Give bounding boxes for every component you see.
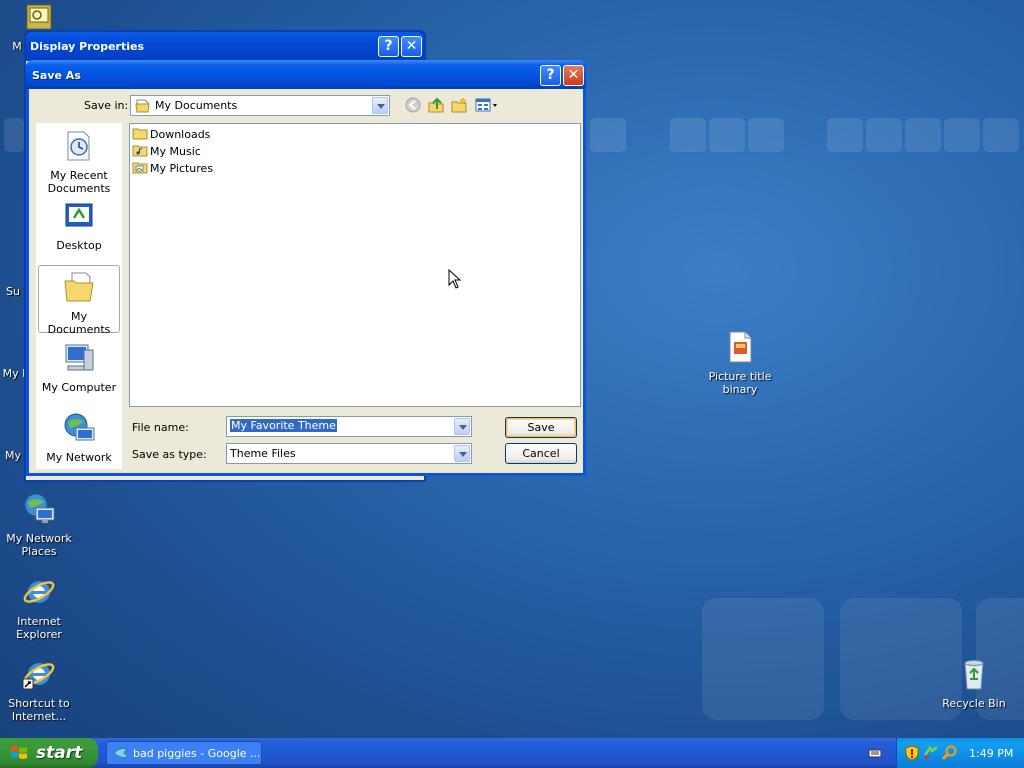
back-icon[interactable] xyxy=(405,97,421,113)
up-one-level-icon[interactable] xyxy=(428,97,444,113)
desktop-icon-label: Recycle Bin xyxy=(942,697,1006,710)
taskbar-item-browser[interactable]: bad piggies - Google ... xyxy=(106,741,262,765)
save-button[interactable]: Save xyxy=(505,417,577,438)
save-in-dropdown[interactable]: My Documents xyxy=(130,95,390,116)
desktop-icon-label: My Network Places xyxy=(6,532,72,558)
view-menu-icon[interactable] xyxy=(475,97,499,113)
windows-logo-icon xyxy=(11,746,27,759)
file-name-label: File name: xyxy=(132,421,189,434)
chevron-down-icon[interactable] xyxy=(454,445,470,462)
file-name-input[interactable]: My Favorite Theme xyxy=(226,416,472,437)
my-documents-small-icon xyxy=(135,99,150,113)
theme-icon xyxy=(26,4,52,30)
save-as-type-label: Save as type: xyxy=(132,448,207,461)
desktop-icon-label: Picture title binary xyxy=(708,370,772,396)
cancel-button[interactable]: Cancel xyxy=(505,443,577,464)
place-label: My Computer xyxy=(41,381,117,394)
desktop-icon-label: Shortcut to Internet... xyxy=(8,697,70,723)
internet-explorer-icon xyxy=(23,581,55,603)
start-button[interactable]: start xyxy=(0,738,98,768)
partial-desktop-icon[interactable] xyxy=(26,4,52,30)
bird-icon xyxy=(113,748,129,758)
network-tray-icon[interactable] xyxy=(923,745,939,761)
file-name: My Music xyxy=(150,145,201,158)
place-label: Desktop xyxy=(56,239,102,252)
places-bar: My Recent Documents Desktop My Documents xyxy=(36,123,122,469)
save-in-label: Save in: xyxy=(84,99,129,112)
display-properties-title-bar[interactable]: Display Properties xyxy=(26,32,424,61)
desktop-icon-label: Internet Explorer xyxy=(16,615,62,641)
folder-icon xyxy=(132,128,148,140)
close-button[interactable]: ✕ xyxy=(401,36,422,57)
new-folder-icon[interactable] xyxy=(451,97,467,113)
place-label: My Network xyxy=(46,451,112,464)
search-icon[interactable] xyxy=(942,745,958,761)
pictures-folder-icon xyxy=(132,162,148,174)
binary-file-icon xyxy=(729,331,752,363)
my-documents-icon xyxy=(64,272,94,302)
place-label: My Documents xyxy=(47,310,111,336)
help-button[interactable]: ? xyxy=(378,36,399,57)
save-as-dialog[interactable]: Save As ? ✕ Save in: My Documents My Rec… xyxy=(26,60,586,476)
place-my-recent-documents[interactable]: My Recent Documents xyxy=(38,125,120,195)
dialog-title: Save As xyxy=(32,69,81,82)
network-places-icon xyxy=(24,493,55,523)
save-in-value: My Documents xyxy=(155,99,238,112)
save-as-type-value: Theme Files xyxy=(230,447,296,460)
internet-explorer-shortcut-icon xyxy=(22,663,55,690)
mouse-cursor-icon xyxy=(448,269,462,289)
list-item[interactable]: My Music xyxy=(132,144,201,160)
place-my-computer[interactable]: My Computer xyxy=(38,337,120,403)
desktop-icon-internet-explorer[interactable]: Internet Explorer xyxy=(0,575,78,641)
start-label: start xyxy=(36,743,83,763)
place-label: My Recent Documents xyxy=(47,169,111,195)
save-as-title-bar[interactable]: Save As xyxy=(26,60,586,89)
file-list[interactable]: Downloads My Music My Pictures xyxy=(129,123,581,407)
desktop-icon-my-network-places[interactable]: My Network Places xyxy=(0,492,78,558)
file-name-value[interactable]: My Favorite Theme xyxy=(230,419,337,432)
keyboard-icon[interactable] xyxy=(868,747,882,759)
help-button[interactable]: ? xyxy=(540,65,561,86)
chevron-down-icon[interactable] xyxy=(454,418,470,435)
taskbar-item-label: bad piggies - Google ... xyxy=(133,747,261,760)
desktop-icon-recycle-bin[interactable]: Recycle Bin xyxy=(935,657,1013,710)
desktop-icon-picture-title-binary[interactable]: Picture title binary xyxy=(701,330,779,396)
window-title: Display Properties xyxy=(30,40,145,53)
clock[interactable]: 1:49 PM xyxy=(969,747,1013,760)
my-computer-icon xyxy=(65,344,94,371)
music-folder-icon xyxy=(132,145,148,157)
recent-documents-icon xyxy=(67,131,90,161)
taskbar: start bad piggies - Google ... 1:49 PM xyxy=(0,738,1024,768)
my-network-icon xyxy=(64,413,95,441)
desktop-icon-shortcut-internet[interactable]: Shortcut to Internet... xyxy=(0,657,78,723)
security-shield-icon[interactable] xyxy=(905,745,919,761)
system-tray: 1:49 PM xyxy=(896,738,1024,768)
desktop-icon xyxy=(65,203,93,227)
file-name: My Pictures xyxy=(150,162,214,175)
place-my-network[interactable]: My Network xyxy=(38,407,120,469)
recycle-bin-icon xyxy=(964,660,984,690)
file-name: Downloads xyxy=(150,128,211,141)
chevron-down-icon[interactable] xyxy=(372,97,388,114)
save-as-type-dropdown[interactable]: Theme Files xyxy=(226,443,472,464)
place-my-documents[interactable]: My Documents xyxy=(38,265,120,336)
close-button[interactable]: ✕ xyxy=(563,65,584,86)
list-item[interactable]: My Pictures xyxy=(132,161,213,177)
place-desktop[interactable]: Desktop xyxy=(38,195,120,261)
list-item[interactable]: Downloads xyxy=(132,127,210,143)
